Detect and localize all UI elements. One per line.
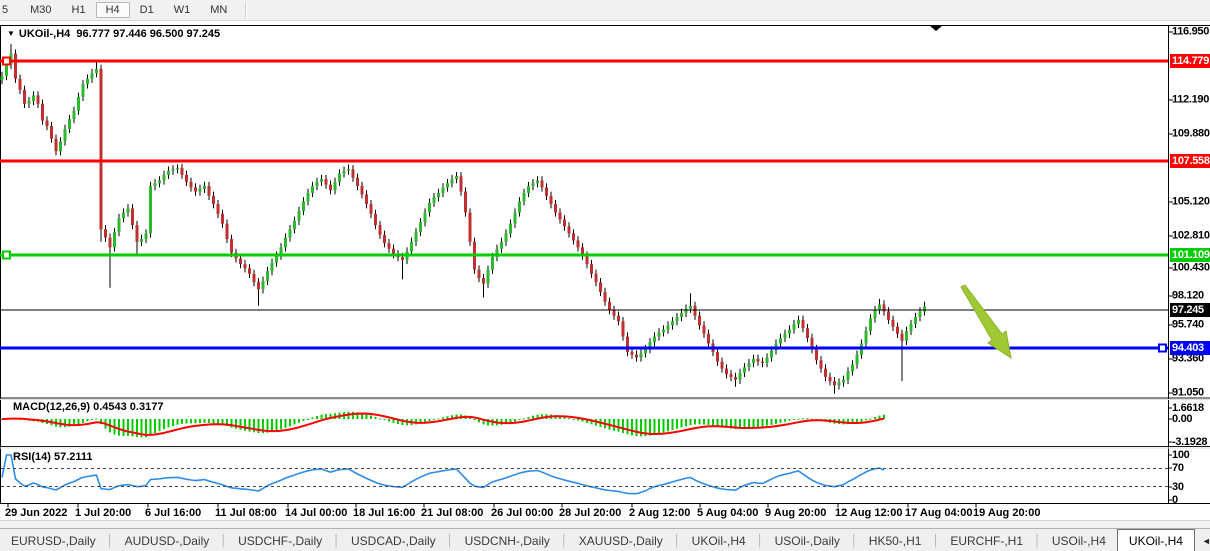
- price-line-badge: 101.109: [1170, 248, 1210, 262]
- time-axis-label: 21 Jul 08:00: [421, 507, 483, 519]
- price-line-badge: 97.245: [1170, 303, 1210, 317]
- tab-separator: │: [447, 529, 454, 551]
- price-line-badge: 114.779: [1170, 54, 1210, 68]
- candles-series: [1, 44, 927, 394]
- mt4-chart-window: 5M30H1H4D1W1MN ▼UKOil-,H4 96.777 97.446 …: [0, 0, 1210, 551]
- chart-tab-hk50-h1[interactable]: HK50-,H1: [858, 529, 933, 551]
- tab-separator: │: [674, 529, 681, 551]
- macd-scale-label: -3.1928: [1172, 436, 1207, 448]
- rsi-line: [2, 455, 884, 494]
- chart-tab-audusd-daily[interactable]: AUDUSD-,Daily: [114, 529, 221, 551]
- macd-scale-label: 0.00: [1172, 413, 1192, 425]
- rsi-scale-label: 0: [1172, 494, 1178, 506]
- tab-separator: │: [932, 529, 939, 551]
- tab-separator: │: [1034, 529, 1041, 551]
- price-line-badge: 94.403: [1170, 341, 1210, 355]
- rsi-scale-label: 100: [1172, 449, 1189, 461]
- price-axis-label: 93.360: [1172, 354, 1204, 365]
- rsi-pane-label: RSI(14) 57.2111: [13, 451, 93, 463]
- chart-title: ▼ UKOil-,H4 96.777 97.446 96.500 97.245: [7, 28, 220, 40]
- bar-shift-marker-icon: [930, 26, 942, 31]
- rsi-scale-label: 30: [1172, 481, 1184, 493]
- time-axis-label: 2 Aug 12:00: [629, 507, 690, 519]
- chart-tab-eurusd-daily[interactable]: EURUSD-,Daily: [0, 529, 107, 551]
- chart-tab-bar: EURUSD-,Daily│AUDUSD-,Daily│USDCHF-,Dail…: [0, 528, 1210, 551]
- time-axis-label: 29 Jun 2022: [5, 507, 67, 519]
- chart-tab-usdcnh-daily[interactable]: USDCNH-,Daily: [454, 529, 561, 551]
- tab-separator: │: [757, 529, 764, 551]
- time-axis-label: 9 Aug 20:00: [765, 507, 826, 519]
- hline-114.779[interactable]: [0, 58, 1168, 65]
- price-axis-label: 100.430: [1172, 263, 1210, 274]
- tab-scroll-arrows: ◄►: [1195, 529, 1210, 551]
- macd-signal-line: [2, 414, 884, 435]
- time-axis-label: 6 Jul 16:00: [145, 507, 201, 519]
- chart-tab-eurchf-h1[interactable]: EURCHF-,H1: [939, 529, 1034, 551]
- time-axis-label: 1 Jul 20:00: [75, 507, 131, 519]
- time-axis-label: 11 Jul 08:00: [215, 507, 277, 519]
- tab-separator: │: [333, 529, 340, 551]
- price-axis-label: 98.120: [1172, 291, 1204, 302]
- chart-canvas[interactable]: [0, 0, 1210, 551]
- time-axis-label: 14 Jul 00:00: [285, 507, 347, 519]
- time-axis-label: 18 Jul 16:00: [353, 507, 415, 519]
- time-axis-label: 19 Aug 20:00: [973, 507, 1040, 519]
- chart-tab-usoil-h4[interactable]: USOil-,H4: [1041, 529, 1117, 551]
- rsi-scale-label: 70: [1172, 462, 1184, 474]
- price-axis-label: 91.050: [1172, 388, 1204, 399]
- price-axis-label: 105.120: [1172, 197, 1210, 208]
- chart-tab-usdchf-daily[interactable]: USDCHF-,Daily: [227, 529, 333, 551]
- time-axis-label: 17 Aug 04:00: [905, 507, 972, 519]
- ohlc-values: 96.777 97.446 96.500 97.245: [76, 28, 220, 40]
- price-line-badge: 107.558: [1170, 154, 1210, 168]
- macd-indicator-values: 0.4543 0.3177: [93, 401, 163, 413]
- tab-separator: │: [851, 529, 858, 551]
- time-axis-label: 5 Aug 04:00: [697, 507, 758, 519]
- price-axis-label: 95.740: [1172, 320, 1204, 331]
- price-axis-label: 102.810: [1172, 231, 1210, 242]
- chart-tab-ukoil-h4-active[interactable]: UKOil-,H4: [1117, 529, 1195, 551]
- tab-separator: │: [107, 529, 114, 551]
- tab-separator: │: [561, 529, 568, 551]
- time-axis-label: 26 Jul 00:00: [491, 507, 553, 519]
- collapse-triangle-icon[interactable]: ▼: [7, 29, 15, 38]
- tabs-scroll-left-button[interactable]: ◄: [1195, 536, 1210, 546]
- price-axis-label: 116.950: [1172, 27, 1209, 38]
- time-axis-label: 12 Aug 12:00: [835, 507, 902, 519]
- macd-indicator-name: MACD(12,26,9): [13, 401, 90, 413]
- chart-tab-ukoil-h4[interactable]: UKOil-,H4: [681, 529, 757, 551]
- price-axis-label: 109.880: [1172, 129, 1210, 140]
- price-axis-label: 112.190: [1172, 95, 1209, 106]
- chart-tab-xauusd-daily[interactable]: XAUUSD-,Daily: [568, 529, 674, 551]
- time-axis-label: 28 Jul 20:00: [559, 507, 621, 519]
- tab-separator: │: [220, 529, 227, 551]
- chart-tab-usdcad-daily[interactable]: USDCAD-,Daily: [340, 529, 447, 551]
- rsi-indicator-value: 57.2111: [54, 451, 93, 463]
- rsi-indicator-name: RSI(14): [13, 451, 51, 463]
- macd-pane-label: MACD(12,26,9) 0.4543 0.3177: [13, 401, 163, 413]
- chart-tab-usoil-daily[interactable]: USOil-,Daily: [764, 529, 851, 551]
- symbol-label: UKOil-,H4: [19, 28, 70, 40]
